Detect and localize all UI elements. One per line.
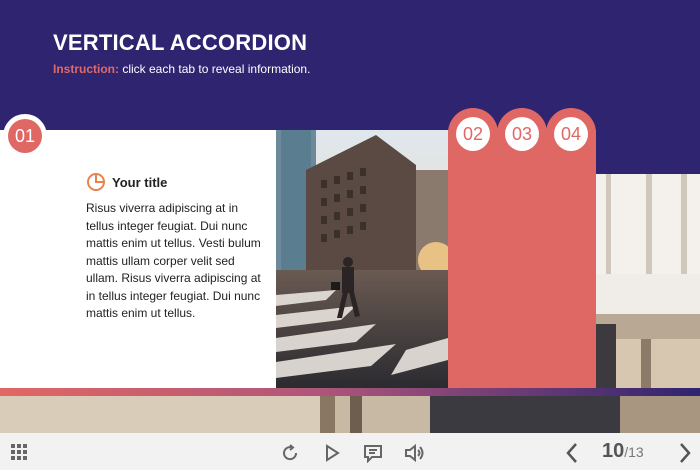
captions-icon[interactable]	[362, 442, 384, 464]
content-body: Risus viverra adipiscing at in tellus in…	[86, 201, 261, 320]
grid-menu-icon[interactable]	[9, 443, 29, 461]
tab-01[interactable]: 01	[3, 114, 47, 158]
instruction-label: Instruction:	[53, 62, 119, 76]
tab-04[interactable]: 04	[546, 108, 596, 158]
page-total: /13	[624, 444, 644, 460]
tab-02[interactable]: 02	[448, 108, 498, 158]
instruction: Instruction: click each tab to reveal in…	[53, 62, 310, 76]
replay-icon[interactable]	[279, 442, 301, 464]
instruction-text: click each tab to reveal information.	[119, 62, 311, 76]
pie-chart-icon	[87, 173, 105, 191]
content-heading: Your title	[86, 172, 261, 192]
panel-content: Your title Risus viverra adipiscing at i…	[86, 172, 261, 323]
content-title: Your title	[112, 174, 168, 190]
tab-03[interactable]: 03	[497, 108, 547, 158]
player-control-bar	[0, 433, 700, 470]
tab-02-number: 02	[456, 117, 490, 151]
tab-01-number: 01	[8, 119, 42, 153]
page-current: 10	[602, 440, 625, 462]
volume-icon[interactable]	[403, 442, 427, 464]
next-slide-button[interactable]	[676, 441, 694, 465]
accordion-collapsed-column	[448, 130, 596, 388]
tab-03-number: 03	[505, 117, 539, 151]
street-photo	[276, 130, 448, 388]
previous-slide-button[interactable]	[563, 441, 581, 465]
accent-bar	[0, 388, 700, 396]
page-indicator: 10/13	[602, 440, 644, 463]
office-photo	[596, 174, 700, 389]
page-title: VERTICAL ACCORDION	[53, 30, 308, 55]
tab-04-number: 04	[554, 117, 588, 151]
play-icon[interactable]	[322, 442, 342, 464]
footer-photo-strip	[0, 396, 700, 433]
